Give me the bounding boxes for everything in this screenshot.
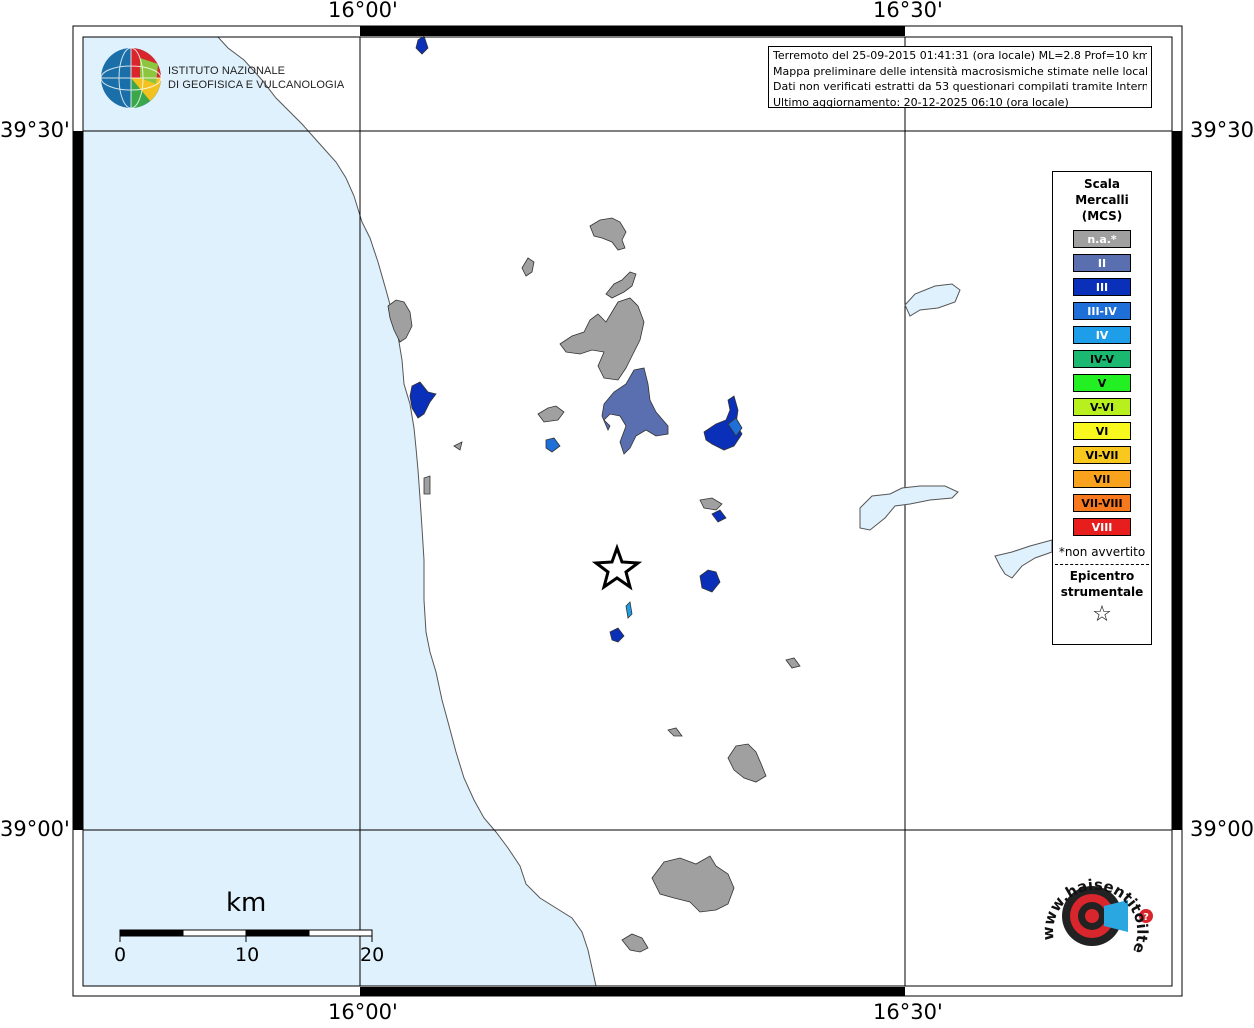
scale-tick-10: 10	[235, 944, 260, 966]
legend-epicenter-line1: Epicentro	[1069, 569, 1135, 583]
legend-item-vii-viii: VII-VIII	[1073, 494, 1131, 512]
legend-item-vi-vii: VI-VII	[1073, 446, 1131, 464]
legend-title: Scala Mercalli (MCS)	[1053, 176, 1151, 224]
legend-item-n-a: n.a.*	[1073, 230, 1131, 248]
legend-epicenter-icon: ☆	[1092, 602, 1112, 627]
ingv-logo-line1: ISTITUTO NAZIONALE	[168, 65, 286, 77]
legend-item-vii: VII	[1073, 470, 1131, 488]
legend-item-viii: VIII	[1073, 518, 1131, 536]
legend-separator	[1055, 564, 1149, 565]
legend-note: *non avvertito	[1058, 545, 1146, 559]
legend-title-line3: (MCS)	[1081, 209, 1123, 223]
legend-title-line1: Scala	[1083, 177, 1121, 191]
legend-epicenter-label: Epicentro strumentale	[1053, 568, 1151, 600]
event-info-line1: Terremoto del 25-09-2015 01:41:31 (ora l…	[773, 49, 1147, 62]
ingv-logo-text: ISTITUTO NAZIONALE DI GEOFISICA E VULCAN…	[168, 64, 344, 92]
lat-label-right-top: 39°30'	[1190, 118, 1254, 142]
event-info-line3: Dati non verificati estratti da 53 quest…	[773, 80, 1147, 93]
event-info-line2: Mappa preliminare delle intensità macros…	[773, 64, 1147, 78]
event-info-box: Terremoto del 25-09-2015 01:41:31 (ora l…	[768, 46, 1152, 109]
intensity-legend: Scala Mercalli (MCS) n.a.* II III III-IV IV I…	[1052, 171, 1152, 645]
legend-item-iii: III	[1073, 278, 1131, 296]
lon-label-bottom-right: 16°30'	[873, 1000, 943, 1024]
legend-item-ii: II	[1073, 254, 1131, 272]
legend-item-vi: VI	[1073, 422, 1131, 440]
lon-label-bottom-left: 16°00'	[328, 1000, 398, 1024]
scale-tick-0: 0	[114, 944, 127, 966]
lat-label-left-bottom: 39°00'	[0, 817, 70, 841]
lat-label-right-bottom: 39°00'	[1190, 817, 1254, 841]
legend-item-v-vi: V-VI	[1073, 398, 1131, 416]
legend-item-iii-iv: III-IV	[1073, 302, 1131, 320]
legend-item-v: V	[1073, 374, 1131, 392]
ingv-globe-logo	[100, 47, 162, 109]
event-info-line4: Ultimo aggiornamento: 20-12-2025 06:10 (…	[773, 95, 1069, 109]
lat-label-left-top: 39°30'	[0, 118, 70, 142]
lon-label-top-right: 16°30'	[873, 0, 943, 22]
legend-title-line2: Mercalli	[1075, 193, 1129, 207]
ingv-logo-line2: DI GEOFISICA E VULCANOLOGIA	[168, 79, 345, 91]
macroseismic-map: ? www.haisentitoilterremoto.it 16°00' 16…	[0, 0, 1254, 1024]
legend-items: n.a.* II III III-IV IV IV-V V V-VI VI VI-VII VII VI…	[1053, 230, 1151, 536]
legend-epicenter-line2: strumentale	[1060, 585, 1144, 599]
lon-label-top-left: 16°00'	[328, 0, 398, 22]
scale-unit-label: km	[226, 888, 267, 918]
locality-na	[423, 475, 431, 495]
scale-tick-20: 20	[360, 944, 385, 966]
legend-item-iv: IV	[1073, 326, 1131, 344]
legend-item-iv-v: IV-V	[1073, 350, 1131, 368]
